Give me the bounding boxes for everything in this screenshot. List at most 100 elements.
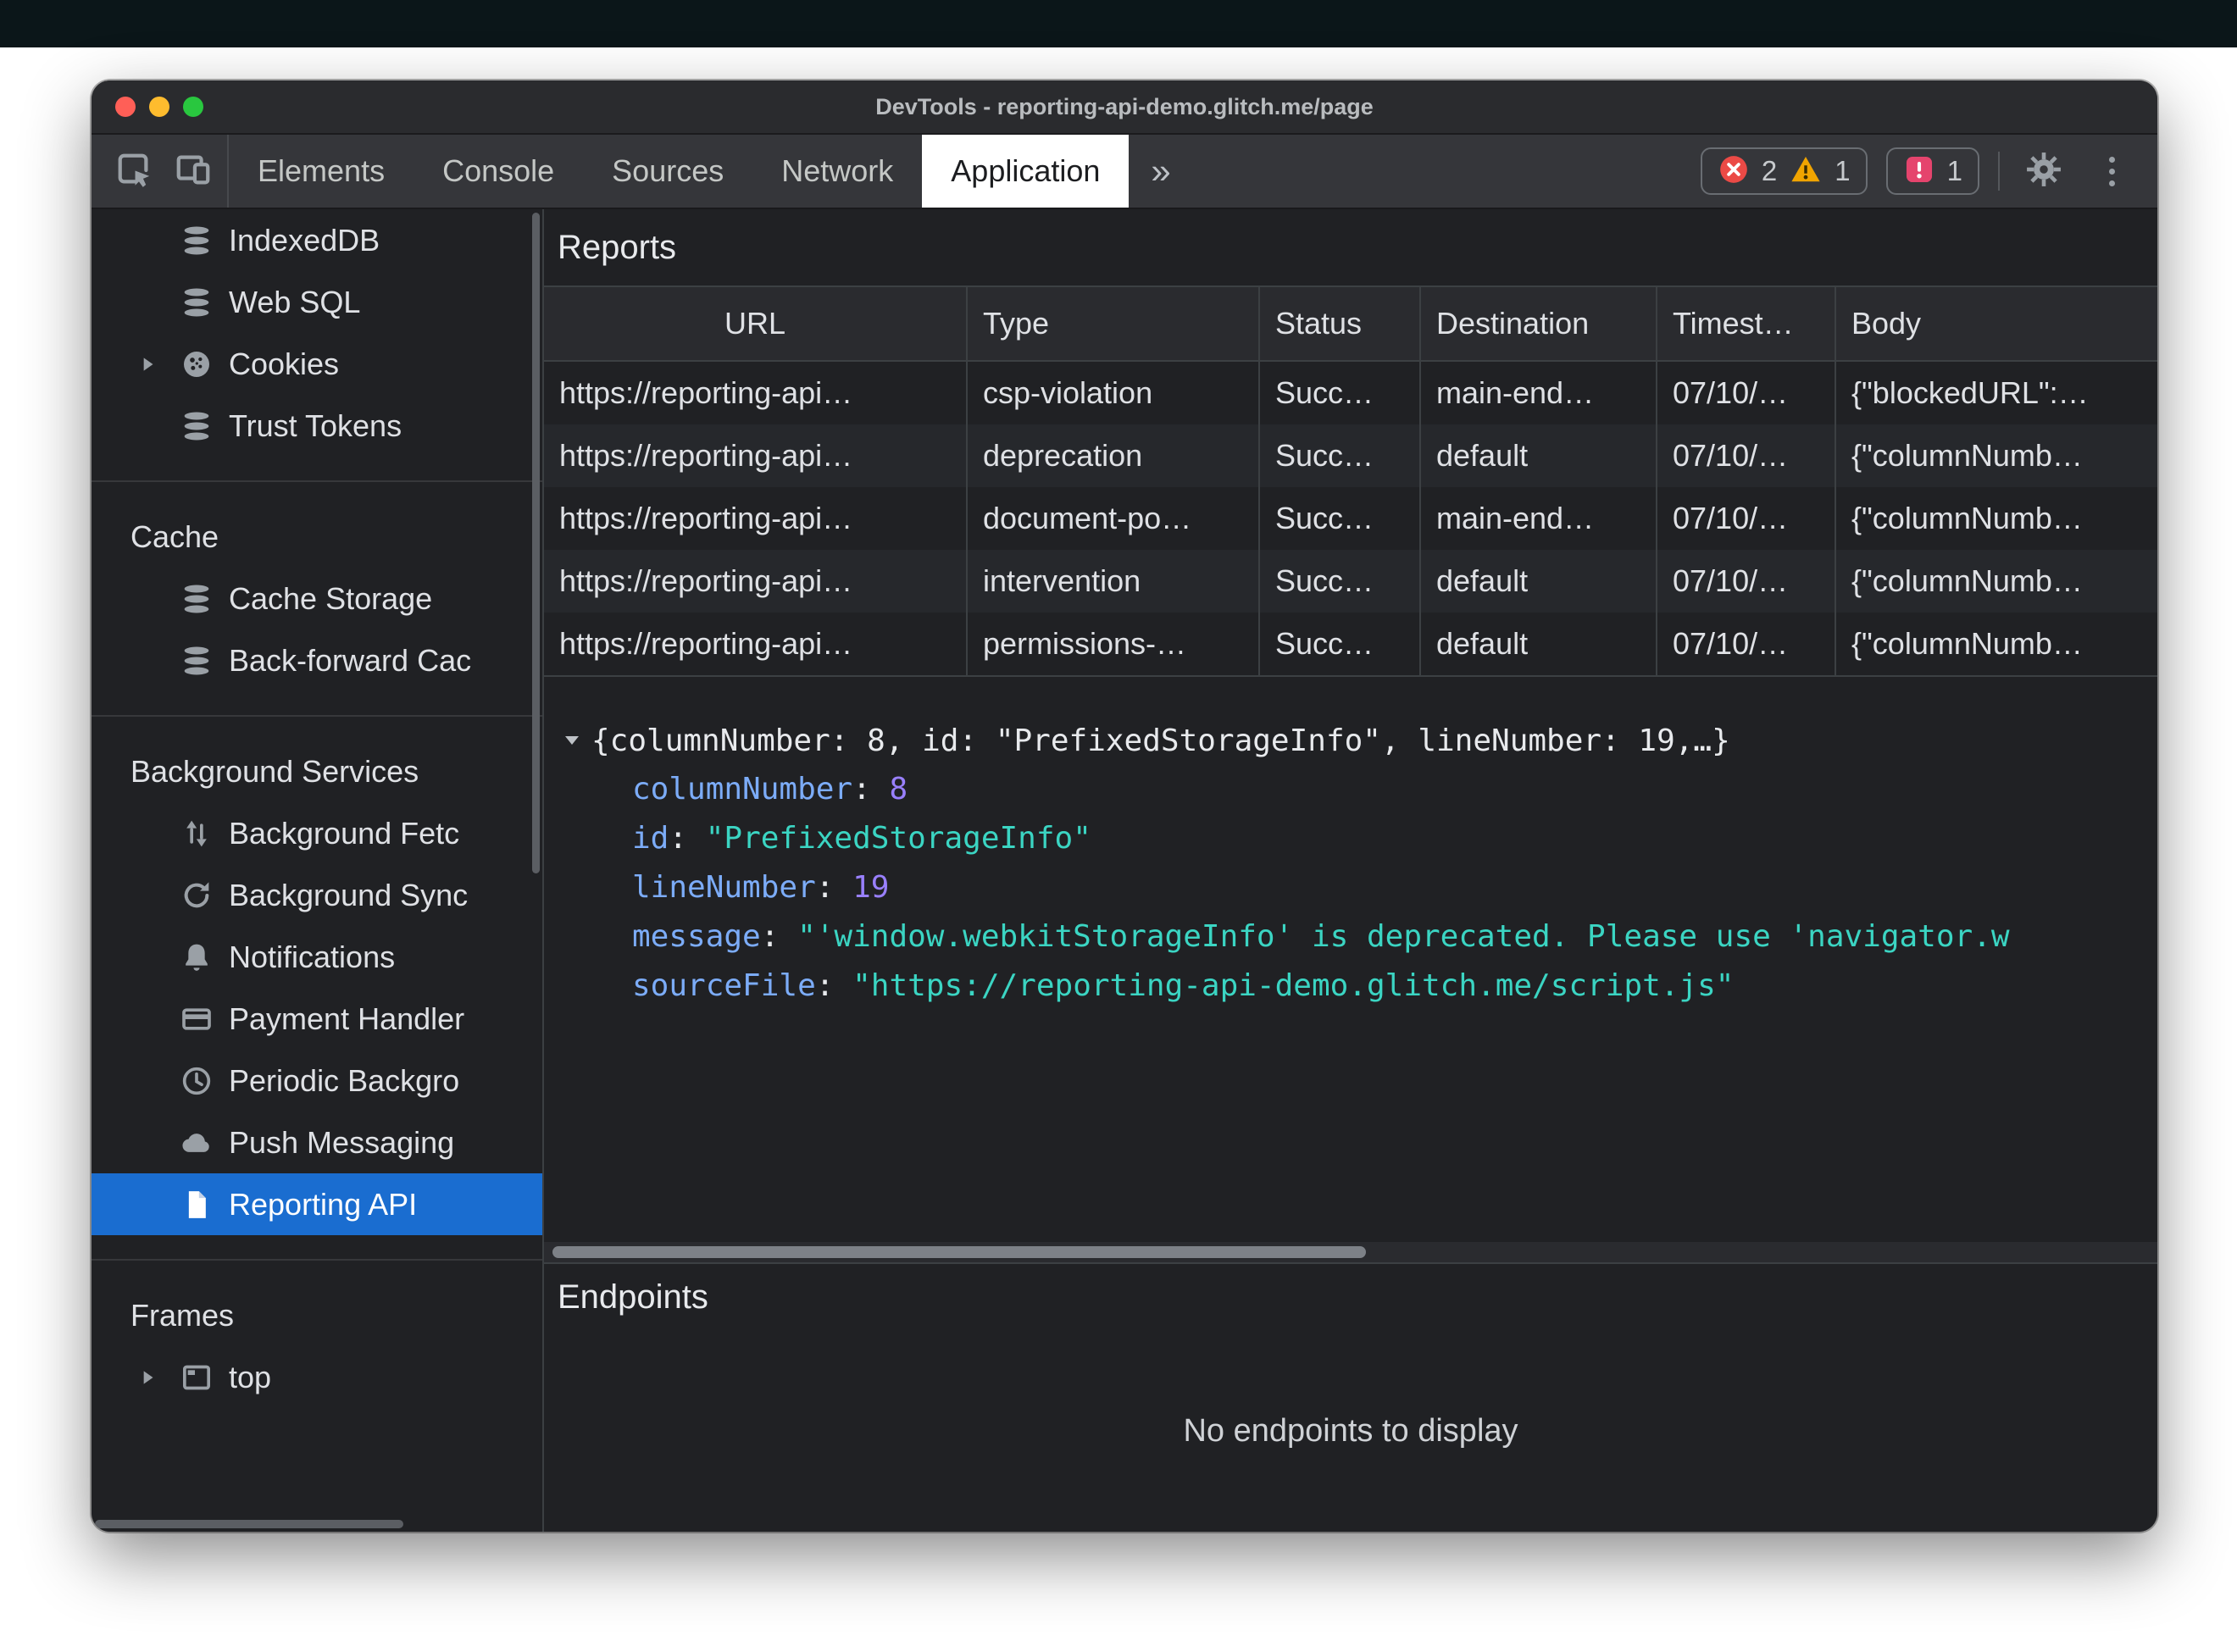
sidebar-item-periodic-background-sync[interactable]: Periodic Backgro <box>92 1050 542 1111</box>
tab-network[interactable]: Network <box>752 135 922 208</box>
main-horizontal-scrollbar[interactable] <box>552 1246 1366 1258</box>
sidebar-item-cache-storage[interactable]: Cache Storage <box>92 568 542 629</box>
sidebar-item-label: Reporting API <box>229 1186 418 1222</box>
inspect-element-button[interactable] <box>108 146 159 197</box>
table-row[interactable]: https://reporting-api… csp-violation Suc… <box>544 362 2157 424</box>
column-header-timestamp[interactable]: Timest… <box>1657 287 1836 360</box>
table-row[interactable]: https://reporting-api… deprecation Succ…… <box>544 424 2157 487</box>
sidebar-item-label: Cookies <box>229 346 340 381</box>
property-value: 8 <box>889 772 908 807</box>
cell-url: https://reporting-api… <box>544 487 968 550</box>
sidebar-item-background-sync[interactable]: Background Sync <box>92 864 542 926</box>
sidebar-item-payment-handler[interactable]: Payment Handler <box>92 988 542 1050</box>
object-property: id"PrefixedStorageInfo" <box>558 814 2144 863</box>
sidebar-item-push-messaging[interactable]: Push Messaging <box>92 1111 542 1173</box>
table-row[interactable]: https://reporting-api… permissions-… Suc… <box>544 613 2157 675</box>
console-summary-badge[interactable]: 2 1 <box>1700 147 1868 195</box>
sidebar-item-label: Notifications <box>229 939 396 974</box>
document-icon <box>178 1186 215 1223</box>
sidebar-item-top-frame[interactable]: top <box>92 1346 542 1408</box>
column-header-status[interactable]: Status <box>1260 287 1421 360</box>
sidebar-item-web-sql[interactable]: Web SQL <box>92 271 542 333</box>
settings-button[interactable] <box>2018 146 2069 197</box>
cell-destination: main-end… <box>1421 487 1657 550</box>
database-icon <box>178 580 215 618</box>
zoom-window-button[interactable] <box>183 97 203 117</box>
sidebar-vertical-scrollbar[interactable] <box>532 213 540 873</box>
sidebar-item-label: Periodic Backgro <box>229 1062 460 1098</box>
panel-tabs: Elements Console Sources Network Applica… <box>229 135 1193 208</box>
cell-url: https://reporting-api… <box>544 362 968 424</box>
tab-application[interactable]: Application <box>922 135 1130 208</box>
chevron-right-icon[interactable] <box>130 347 164 381</box>
sidebar-horizontal-scrollbar[interactable] <box>95 1520 403 1528</box>
more-tabs-button[interactable]: » <box>1129 135 1192 208</box>
chevron-down-icon[interactable] <box>558 726 586 755</box>
cookie-icon <box>178 346 215 383</box>
sidebar-item-cookies[interactable]: Cookies <box>92 333 542 395</box>
desktop-top-strip <box>0 0 2237 47</box>
kebab-dot <box>2108 180 2115 186</box>
sidebar-section-divider <box>92 715 542 717</box>
tab-elements[interactable]: Elements <box>229 135 414 208</box>
sidebar-item-label: IndexedDB <box>229 222 380 258</box>
close-window-button[interactable] <box>115 97 136 117</box>
column-header-url[interactable]: URL <box>544 287 968 360</box>
sidebar-item-reporting-api[interactable]: Reporting API <box>92 1173 542 1235</box>
cell-type: csp-violation <box>968 362 1260 424</box>
toolbar-left-icons <box>92 135 227 208</box>
sidebar-item-indexeddb[interactable]: IndexedDB <box>92 209 542 271</box>
reporting-api-view: Reports URL Type Status Destination Time… <box>544 209 2157 1532</box>
object-preview-text: {columnNumber: 8, id: "PrefixedStorageIn… <box>591 723 1730 758</box>
sidebar-item-trust-tokens[interactable]: Trust Tokens <box>92 395 542 457</box>
cell-type: intervention <box>968 550 1260 613</box>
issues-badge[interactable]: 1 <box>1885 147 1979 195</box>
table-row[interactable]: https://reporting-api… document-po… Succ… <box>544 487 2157 550</box>
background-fetch-icon <box>178 815 215 852</box>
cell-status: Succ… <box>1260 487 1421 550</box>
cell-timestamp: 07/10/… <box>1657 613 1836 675</box>
sidebar-item-label: Cache Storage <box>229 580 433 616</box>
column-header-body[interactable]: Body <box>1836 287 2157 360</box>
property-key: id <box>632 821 706 856</box>
column-header-destination[interactable]: Destination <box>1421 287 1657 360</box>
column-header-type[interactable]: Type <box>968 287 1260 360</box>
report-body-inspector: {columnNumber: 8, id: "PrefixedStorageIn… <box>544 677 2157 1262</box>
reports-table-body: https://reporting-api… csp-violation Suc… <box>544 362 2157 677</box>
device-toolbar-button[interactable] <box>168 146 219 197</box>
warning-icon <box>1789 153 1823 190</box>
toolbar-right-controls: 2 1 1 <box>1700 135 2157 208</box>
sidebar-item-background-fetch[interactable]: Background Fetc <box>92 802 542 864</box>
property-key: columnNumber <box>632 772 889 807</box>
error-icon <box>1718 153 1750 190</box>
cell-type: deprecation <box>968 424 1260 487</box>
property-value: "PrefixedStorageInfo" <box>705 821 1091 856</box>
devtools-menu-button[interactable] <box>2088 147 2135 195</box>
sidebar-item-back-forward-cache[interactable]: Back-forward Cac <box>92 629 542 691</box>
sync-icon <box>178 877 215 914</box>
minimize-window-button[interactable] <box>149 97 169 117</box>
database-icon <box>178 642 215 679</box>
chevron-right-icon[interactable] <box>130 1361 164 1394</box>
tab-console[interactable]: Console <box>414 135 583 208</box>
inspect-cursor-icon <box>114 150 153 193</box>
sidebar-item-notifications[interactable]: Notifications <box>92 926 542 988</box>
tab-sources[interactable]: Sources <box>583 135 752 208</box>
cell-timestamp: 07/10/… <box>1657 550 1836 613</box>
property-value: "https://reporting-api-demo.glitch.me/sc… <box>852 968 1735 1003</box>
table-row[interactable]: https://reporting-api… intervention Succ… <box>544 550 2157 613</box>
object-preview-row[interactable]: {columnNumber: 8, id: "PrefixedStorageIn… <box>558 716 2144 765</box>
cell-timestamp: 07/10/… <box>1657 424 1836 487</box>
database-icon <box>178 407 215 445</box>
sidebar-item-label: Background Sync <box>229 877 469 912</box>
sidebar-item-label: Background Fetc <box>229 815 460 851</box>
cell-url: https://reporting-api… <box>544 613 968 675</box>
property-value: "'window.webkitStorageInfo' is deprecate… <box>797 919 2010 954</box>
reports-section-title: Reports <box>558 228 677 266</box>
property-key: message <box>632 919 797 954</box>
devtools-toolbar: Elements Console Sources Network Applica… <box>92 135 2157 209</box>
cell-destination: default <box>1421 613 1657 675</box>
